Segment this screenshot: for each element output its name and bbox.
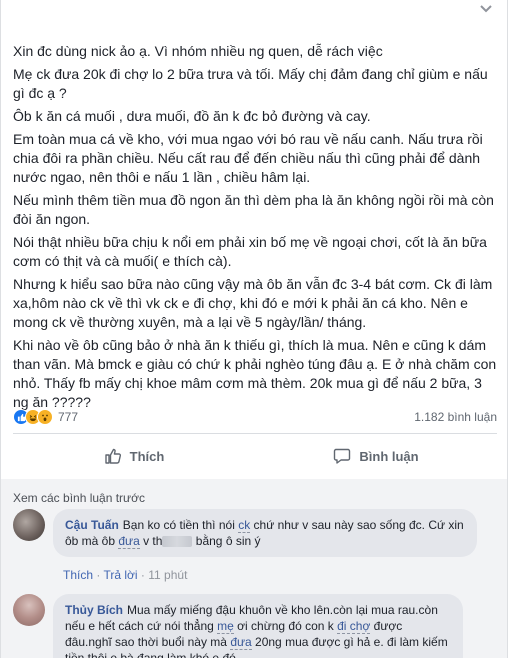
- like-label: Thích: [129, 448, 165, 464]
- reaction-count[interactable]: 777: [58, 409, 78, 425]
- comments-section: Xem các bình luận trước Cậu Tuấn Bạn ko c…: [1, 479, 507, 658]
- view-previous-comments-link[interactable]: Xem các bình luận trước: [13, 491, 145, 505]
- post-paragraph: Nhưng k hiểu sao bữa nào cũng vậy mà ôb …: [13, 276, 493, 330]
- comment-text: v th: [139, 534, 163, 548]
- comment-author[interactable]: Thủy Bích: [65, 603, 123, 617]
- comment-meta: Thích · Trả lời · 11 phút: [63, 568, 188, 582]
- thumbs-up-icon: [104, 448, 121, 464]
- keyword-link[interactable]: ck: [238, 518, 251, 533]
- chevron-down-icon[interactable]: [479, 4, 493, 14]
- comment-bubble: Cậu Tuấn Bạn ko có tiền thì nói ck chứ nh…: [53, 509, 477, 557]
- post-paragraph: Nói thật nhiều bữa chịu k nổi em phải xi…: [13, 234, 487, 269]
- comment-like-link[interactable]: Thích: [63, 568, 93, 582]
- post-paragraph: Khi nào về ôb cũng bảo ở nhà ăn k thiếu …: [13, 337, 497, 410]
- comment-button[interactable]: Bình luận: [255, 438, 497, 474]
- wow-reaction-icon: [37, 409, 53, 425]
- comment-bubble: Thủy Bích Mua mấy miếng đậu khuôn về kho …: [53, 594, 463, 658]
- avatar[interactable]: [13, 594, 45, 626]
- keyword-link[interactable]: đưa: [118, 534, 140, 549]
- comment-time[interactable]: 11 phút: [148, 568, 187, 582]
- post-actions: Thích Bình luận: [13, 438, 497, 474]
- post-paragraph: Ôb k ăn cá muối , dưa muối, đồ ăn k đc b…: [13, 108, 371, 124]
- post-stats: 777 1.182 bình luận: [13, 408, 497, 428]
- comment-text: bằng ô sin ý: [192, 534, 261, 548]
- post-paragraph: Mẹ ck đưa 20k đi chợ lo 2 bữa trưa và tố…: [13, 66, 488, 101]
- keyword-link[interactable]: đi chợ: [337, 619, 371, 634]
- comment-text: ơi chừng đó con k: [233, 619, 338, 633]
- comment-author[interactable]: Cậu Tuấn: [65, 518, 119, 532]
- like-button[interactable]: Thích: [13, 438, 255, 474]
- comment-icon: [334, 448, 351, 464]
- comment-text: Bạn ko có tiền thì nói: [122, 518, 239, 532]
- comment-reply-link[interactable]: Trả lời: [103, 568, 137, 582]
- post-card: Xin đc dùng nick ảo ạ. Vì nhóm nhiều ng …: [0, 0, 508, 658]
- blurred-text: [162, 536, 193, 548]
- keyword-link[interactable]: mẹ: [217, 619, 234, 634]
- post-paragraph: Em toàn mua cá về kho, với mua ngao với …: [13, 131, 483, 185]
- avatar[interactable]: [13, 509, 45, 541]
- post-body: Xin đc dùng nick ảo ạ. Vì nhóm nhiều ng …: [13, 42, 499, 416]
- reaction-summary[interactable]: 777: [13, 409, 78, 425]
- comment-label: Bình luận: [359, 448, 419, 464]
- post-paragraph: Nếu mình thêm tiền mua đồ ngon ăn thì dè…: [13, 192, 494, 227]
- post-paragraph: Xin đc dùng nick ảo ạ. Vì nhóm nhiều ng …: [13, 43, 383, 59]
- keyword-link[interactable]: đưa: [230, 635, 252, 650]
- divider: [13, 433, 497, 434]
- comment-count[interactable]: 1.182 bình luận: [414, 410, 497, 424]
